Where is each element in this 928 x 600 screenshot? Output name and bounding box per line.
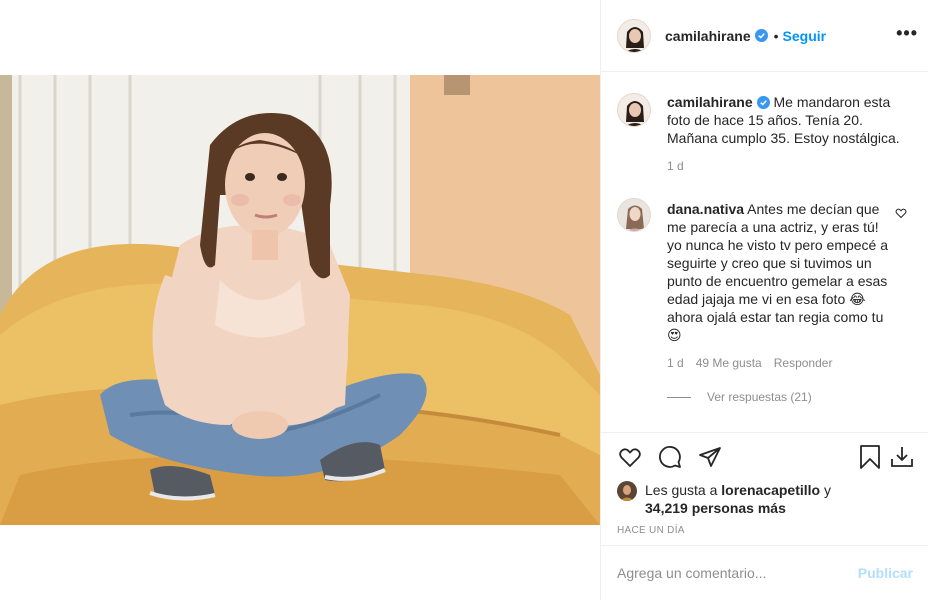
caption-username[interactable]: camilahirane — [667, 94, 753, 110]
more-options-icon[interactable]: ••• — [896, 24, 918, 42]
author-username[interactable]: camilahirane — [665, 28, 751, 44]
photo-panel — [0, 0, 600, 600]
comment-like-icon[interactable] — [895, 207, 907, 219]
post-sidebar: camilahirane • Seguir ••• camilahirane M… — [600, 0, 928, 600]
post-time-ago[interactable]: HACE UN DÍA — [601, 525, 928, 536]
caption-time[interactable]: 1 d — [667, 159, 684, 173]
comment-text-continued: ahora ojalá estar tan regia como tu — [667, 309, 884, 325]
comment-likes-count[interactable]: 49 Me gusta — [696, 356, 762, 370]
likes-text: Les gusta a lorenacapetillo y 34,219 per… — [645, 481, 831, 517]
publish-button[interactable]: Publicar — [858, 565, 913, 581]
comment-body: dana.nativa Antes me decían que me parec… — [667, 191, 913, 344]
comment-item: dana.nativa Antes me decían que me parec… — [601, 191, 928, 404]
likes-summary: Les gusta a lorenacapetillo y 34,219 per… — [601, 481, 928, 517]
likes-prefix: Les gusta a — [645, 482, 722, 498]
caption: camilahirane Me mandaron esta foto de ha… — [601, 93, 928, 173]
heart-eyes-emoji-icon: 😍 — [667, 327, 682, 343]
view-replies-label: Ver respuestas (21) — [707, 390, 812, 404]
author-avatar[interactable] — [617, 18, 651, 53]
likes-middle: y — [820, 482, 831, 498]
add-comment-bar: Publicar — [601, 545, 928, 600]
download-icon[interactable] — [889, 444, 915, 470]
liker-avatar[interactable] — [617, 481, 637, 501]
verified-badge-icon — [754, 29, 768, 42]
liker-username[interactable]: lorenacapetillo — [721, 482, 820, 498]
caption-body: camilahirane Me mandaron esta foto de ha… — [667, 93, 913, 147]
comment-meta: 1 d 49 Me gusta Responder — [667, 356, 913, 370]
like-heart-icon[interactable] — [617, 444, 643, 470]
verified-badge-icon — [756, 96, 770, 109]
likes-count[interactable]: 34,219 personas más — [645, 500, 786, 516]
save-bookmark-icon[interactable] — [857, 444, 883, 470]
post-photo[interactable] — [0, 75, 600, 525]
caption-meta: 1 d — [667, 159, 913, 173]
post-actions-section: Les gusta a lorenacapetillo y 34,219 per… — [601, 432, 928, 536]
header-separator: • — [773, 27, 779, 44]
comment-input[interactable] — [617, 565, 858, 581]
post-header: camilahirane • Seguir ••• — [601, 0, 928, 72]
replies-divider — [667, 396, 691, 398]
share-paper-plane-icon[interactable] — [697, 444, 723, 470]
commenter-username[interactable]: dana.nativa — [667, 201, 744, 217]
reply-button[interactable]: Responder — [774, 356, 833, 370]
view-replies-button[interactable]: Ver respuestas (21) — [667, 390, 913, 404]
laughing-emoji-icon: 😂 — [849, 291, 866, 307]
comment-bubble-icon[interactable] — [657, 444, 683, 470]
commenter-avatar[interactable] — [617, 198, 651, 232]
comment-time[interactable]: 1 d — [667, 356, 684, 370]
follow-button[interactable]: Seguir — [783, 28, 827, 44]
action-bar — [601, 433, 928, 481]
caption-avatar[interactable] — [617, 93, 651, 127]
comments-list[interactable]: camilahirane Me mandaron esta foto de ha… — [601, 73, 928, 431]
